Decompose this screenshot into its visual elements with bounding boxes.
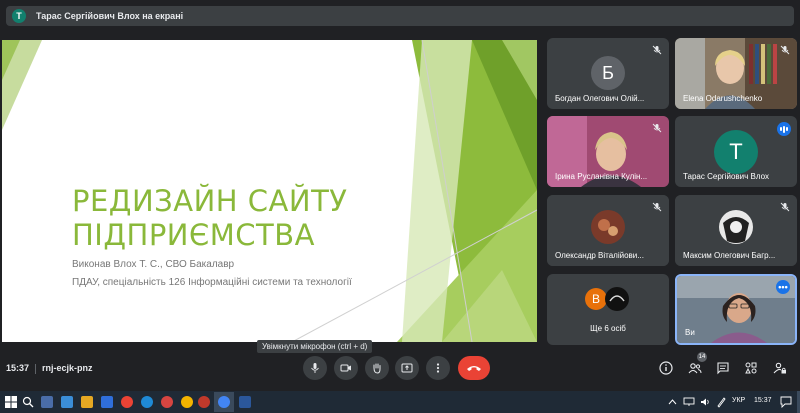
more-options-button[interactable] — [426, 356, 450, 380]
participant-name: Максим Олегович Багр... — [683, 251, 776, 260]
mic-off-icon — [652, 45, 662, 55]
participant-name: Олександр Віталійови... — [555, 251, 644, 260]
present-screen-button[interactable] — [395, 356, 419, 380]
speaking-indicator-icon — [777, 122, 791, 136]
meeting-clock: 15:37 — [6, 363, 30, 373]
leave-call-button[interactable] — [458, 356, 490, 380]
people-button[interactable] — [686, 359, 704, 377]
keyboard-language[interactable]: УКР — [732, 397, 745, 404]
activities-button[interactable] — [742, 359, 760, 377]
more-participants-label: Ще 6 осіб — [590, 324, 626, 333]
hang-up-icon — [467, 366, 481, 371]
volume-icon[interactable] — [700, 397, 710, 407]
slide-author: Виконав Влох Т. С., СВО Бакалавр — [72, 259, 235, 270]
camera-toggle-button[interactable] — [334, 356, 358, 380]
slide-title-line-1: РЕДИЗАЙН САЙТУ — [72, 184, 348, 218]
slide-institution: ПДАУ, спеціальність 126 Інформаційні сис… — [72, 277, 352, 288]
shared-screen: РЕДИЗАЙН САЙТУ ПІДПРИЄМСТВА Виконав Влох… — [2, 40, 537, 342]
mail-icon[interactable] — [61, 396, 73, 408]
mic-icon — [311, 363, 319, 373]
app-icon[interactable] — [181, 396, 193, 408]
presenter-avatar: Т — [12, 9, 26, 23]
mic-off-icon — [652, 123, 662, 133]
present-icon — [401, 363, 413, 373]
chat-icon — [717, 362, 729, 375]
presenter-banner: Т Тарас Сергійович Влох на екрані — [6, 6, 794, 26]
slide-title-line-2: ПІДПРИЄМСТВА — [72, 218, 315, 252]
edge-icon[interactable] — [141, 396, 153, 408]
self-view-tile[interactable]: ••• Ви — [675, 274, 797, 345]
task-view-icon[interactable] — [41, 396, 53, 408]
participant-tile[interactable]: Ірина Русланівна Кулін... — [547, 116, 669, 187]
slide-title: РЕДИЗАЙН САЙТУ ПІДПРИЄМСТВА — [72, 184, 347, 252]
participant-name: Ірина Русланівна Кулін... — [555, 172, 648, 181]
system-clock[interactable]: 15:37 — [754, 397, 772, 404]
search-icon[interactable] — [22, 396, 34, 408]
participant-name: Elena Odarushchenko — [683, 94, 763, 103]
lock-person-icon — [773, 362, 786, 374]
word-icon[interactable] — [239, 396, 251, 408]
participant-tile[interactable]: Elena Odarushchenko — [675, 38, 797, 109]
participant-tile-active-speaker[interactable]: Т Тарас Сергійович Влох — [675, 116, 797, 187]
people-icon — [688, 363, 702, 374]
hand-icon — [373, 363, 381, 374]
chat-button[interactable] — [714, 359, 732, 377]
host-controls-button[interactable] — [771, 359, 789, 377]
participant-avatar: В — [585, 288, 607, 310]
chrome-meet-icon[interactable] — [218, 396, 230, 408]
pen-icon[interactable] — [716, 396, 726, 408]
self-label: Ви — [685, 328, 695, 337]
activities-icon — [745, 362, 757, 374]
participant-avatar: Б — [591, 56, 625, 90]
more-participants-tile[interactable]: В Ще 6 осіб — [547, 274, 669, 345]
mic-off-icon — [780, 202, 790, 212]
presenter-title: Тарас Сергійович Влох на екрані — [36, 11, 184, 21]
os-taskbar: УКР 15:37 — [0, 391, 800, 413]
more-options-icon[interactable]: ••• — [776, 280, 790, 294]
participant-tile[interactable]: Олександр Віталійови... — [547, 195, 669, 266]
file-explorer-icon[interactable] — [81, 396, 93, 408]
camera-icon — [340, 364, 351, 372]
store-icon[interactable] — [101, 396, 113, 408]
mic-off-icon — [780, 45, 790, 55]
network-icon[interactable] — [683, 397, 695, 407]
mic-toggle-button[interactable] — [303, 356, 327, 380]
opera-icon[interactable] — [161, 396, 173, 408]
meeting-code: rnj-ecjk-pnz — [42, 363, 93, 373]
participant-avatar-image — [605, 287, 629, 311]
app-icon[interactable] — [198, 396, 210, 408]
divider — [35, 364, 36, 374]
mic-tooltip: Увімкнути мікрофон (ctrl + d) — [257, 340, 373, 353]
participant-tile[interactable]: Максим Олегович Багр... — [675, 195, 797, 266]
participant-tile[interactable]: Б Богдан Олегович Олій... — [547, 38, 669, 109]
tray-chevron-up-icon[interactable] — [668, 398, 677, 406]
mic-off-icon — [652, 202, 662, 212]
chrome-icon[interactable] — [121, 396, 133, 408]
info-icon — [659, 361, 673, 375]
raise-hand-button[interactable] — [365, 356, 389, 380]
notifications-icon[interactable] — [780, 396, 792, 408]
participant-avatar: Т — [714, 130, 758, 174]
windows-start-icon[interactable] — [5, 396, 17, 408]
participant-name: Тарас Сергійович Влох — [683, 172, 769, 181]
more-vert-icon — [436, 363, 440, 373]
meeting-details-button[interactable] — [657, 359, 675, 377]
participant-name: Богдан Олегович Олій... — [555, 94, 645, 103]
